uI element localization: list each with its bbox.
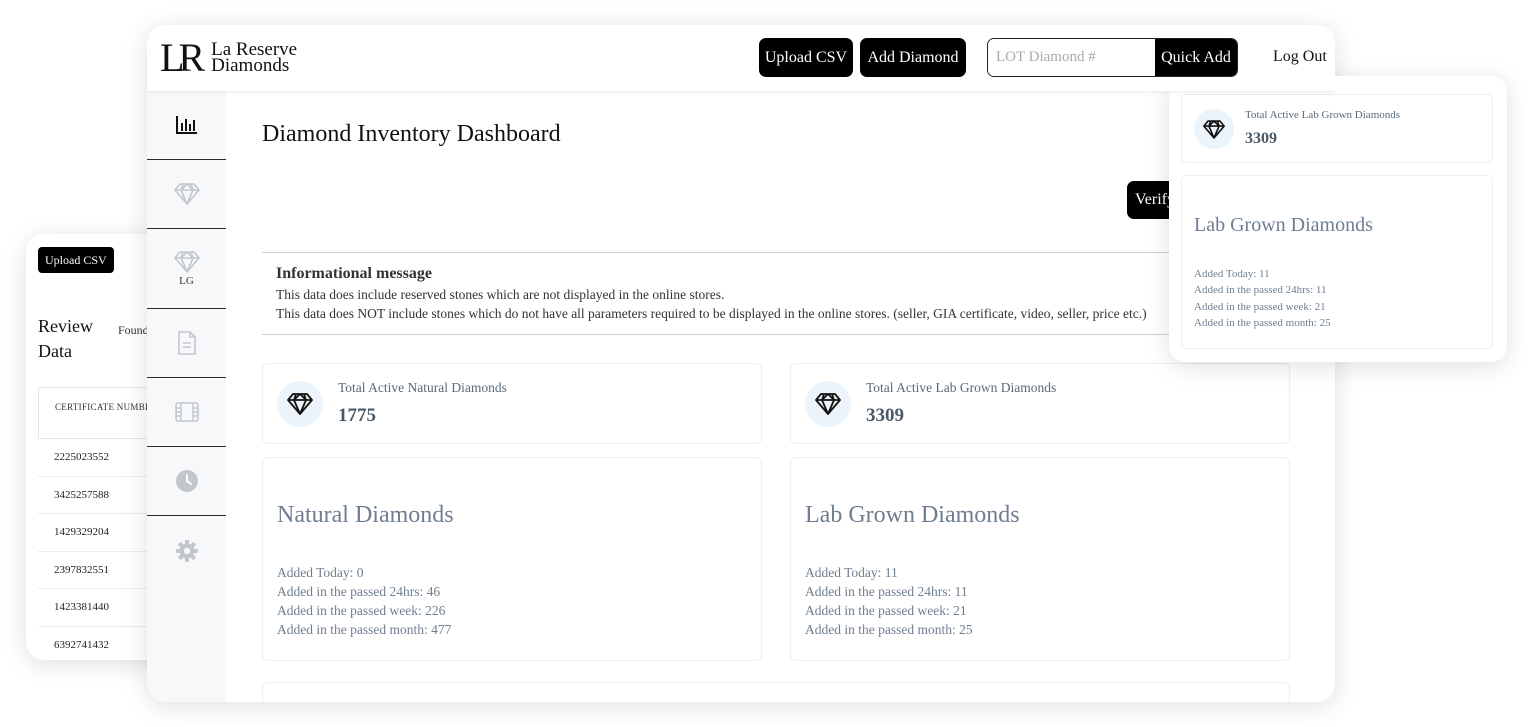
stat-value: 3309 — [866, 405, 904, 426]
stat-value: 3309 — [1245, 130, 1277, 147]
diamond-icon — [805, 381, 851, 427]
sidebar-item-natural-diamonds[interactable] — [147, 160, 226, 229]
lab-grown-detail-panel: Total Active Lab Grown Diamonds 3309 Lab… — [1169, 76, 1507, 362]
summary-title: Lab Grown Diamonds — [1194, 214, 1373, 236]
info-line: This data does NOT include stones which … — [276, 306, 1147, 321]
review-upload-csv-button[interactable]: Upload CSV — [38, 247, 114, 273]
summary-title: Lab Grown Diamonds — [805, 502, 1020, 528]
logo-line-2: Diamonds — [211, 55, 290, 76]
informational-message: Informational message This data does inc… — [262, 252, 1292, 335]
diamond-icon — [1194, 109, 1234, 149]
film-icon — [174, 402, 199, 422]
added-month: Added in the passed month: 477 — [277, 622, 452, 637]
diamond-icon — [277, 381, 323, 427]
lot-diamond-input[interactable] — [988, 39, 1155, 76]
top-bar: LR La Reserve Diamonds Upload CSV Add Di… — [147, 25, 1335, 91]
summary-title: Natural Diamonds — [277, 502, 454, 528]
added-today: Added Today: 0 — [277, 565, 364, 580]
logo-text: La Reserve Diamonds — [211, 40, 297, 76]
review-title: Review Data — [38, 316, 93, 361]
added-24hrs: Added in the passed 24hrs: 11 — [1194, 284, 1327, 297]
sidebar: LG — [147, 91, 226, 702]
added-month: Added in the passed month: 25 — [1194, 316, 1331, 329]
lab-grown-summary-card: Lab Grown Diamonds Added Today: 11 Added… — [790, 457, 1290, 661]
sidebar-item-label: LG — [179, 274, 194, 287]
added-today: Added Today: 11 — [1194, 268, 1270, 280]
natural-diamonds-summary-card: Natural Diamonds Added Today: 0 Added in… — [262, 457, 762, 661]
partial-card — [262, 682, 1290, 702]
clock-icon — [175, 470, 198, 492]
sidebar-item-videos[interactable] — [147, 378, 226, 447]
lab-grown-stat-card: Total Active Lab Grown Diamonds 3309 — [790, 363, 1290, 444]
summary-lines: Added Today: 11 Added in the passed 24hr… — [805, 563, 973, 639]
natural-diamonds-stat-card: Total Active Natural Diamonds 1775 — [262, 363, 762, 444]
stat-label: Total Active Lab Grown Diamonds — [866, 380, 1057, 395]
lab-grown-diamond-icon — [173, 250, 200, 273]
added-24hrs: Added in the passed 24hrs: 46 — [277, 584, 441, 599]
added-24hrs: Added in the passed 24hrs: 11 — [805, 584, 968, 599]
logo[interactable]: LR La Reserve Diamonds — [160, 35, 297, 80]
summary-lines: Added Today: 0 Added in the passed 24hrs… — [277, 563, 451, 639]
added-month: Added in the passed month: 25 — [805, 622, 973, 637]
lab-grown-stat-card: Total Active Lab Grown Diamonds 3309 — [1181, 94, 1493, 163]
quick-add-group: Quick Add — [987, 38, 1238, 77]
sidebar-item-lab-grown[interactable]: LG — [147, 229, 226, 309]
diamond-icon — [173, 183, 200, 205]
sidebar-item-settings[interactable] — [147, 516, 226, 585]
stat-label: Total Active Lab Grown Diamonds — [1245, 109, 1401, 121]
logo-mark: LR — [160, 35, 205, 80]
document-icon — [177, 331, 196, 355]
added-week: Added in the passed week: 226 — [277, 603, 446, 618]
add-diamond-button[interactable]: Add Diamond — [860, 38, 966, 77]
sidebar-item-dashboard[interactable] — [147, 91, 226, 160]
gear-icon — [175, 539, 198, 562]
sidebar-item-documents[interactable] — [147, 309, 226, 378]
lab-grown-summary-card: Lab Grown Diamonds Added Today: 11 Added… — [1181, 175, 1493, 349]
added-week: Added in the passed week: 21 — [1194, 300, 1326, 313]
info-line: This data does include reserved stones w… — [276, 287, 725, 302]
info-title: Informational message — [276, 265, 432, 282]
page-title: Diamond Inventory Dashboard — [262, 121, 561, 147]
upload-csv-button[interactable]: Upload CSV — [759, 38, 853, 77]
summary-lines: Added Today: 11 Added in the passed 24hr… — [1194, 266, 1331, 331]
sidebar-item-history[interactable] — [147, 447, 226, 516]
bar-chart-icon — [175, 116, 197, 134]
stat-value: 1775 — [338, 405, 376, 426]
dashboard-window: LR La Reserve Diamonds Upload CSV Add Di… — [147, 25, 1335, 702]
added-week: Added in the passed week: 21 — [805, 603, 967, 618]
stat-label: Total Active Natural Diamonds — [338, 380, 507, 395]
quick-add-button[interactable]: Quick Add — [1155, 39, 1237, 76]
added-today: Added Today: 11 — [805, 565, 898, 580]
log-out-link[interactable]: Log Out — [1273, 48, 1327, 66]
